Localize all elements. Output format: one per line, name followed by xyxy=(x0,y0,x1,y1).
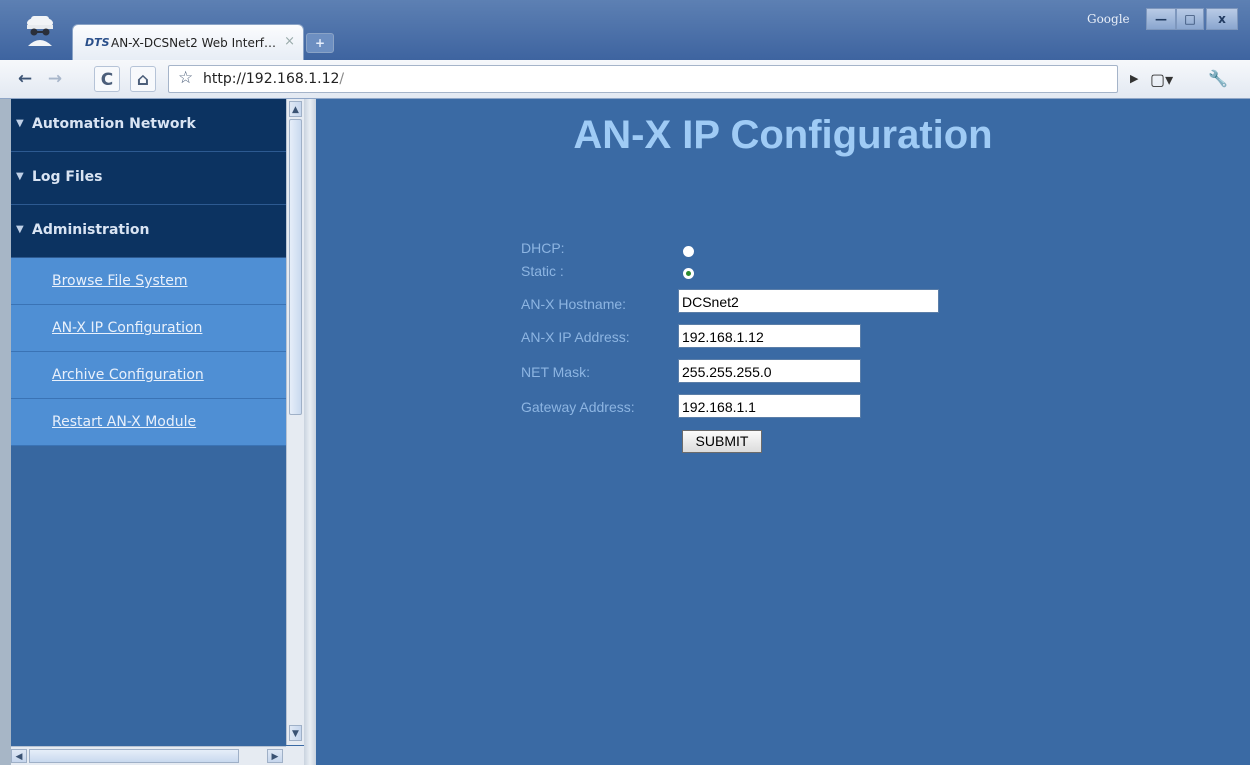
expand-triangle-icon: ▼ xyxy=(16,224,24,235)
gateway-field[interactable]: 192.168.1.1 xyxy=(678,394,861,418)
nav-group-label: Log Files xyxy=(32,169,103,185)
frame-border xyxy=(0,99,11,765)
gateway-label: Gateway Address: xyxy=(521,399,635,415)
net-mask-label: NET Mask: xyxy=(521,364,590,380)
close-window-button[interactable]: x xyxy=(1206,8,1238,30)
reload-icon[interactable]: C xyxy=(94,66,120,92)
ip-address-field[interactable]: 192.168.1.12 xyxy=(678,324,861,348)
url-text[interactable]: http://192.168.1.12/ xyxy=(203,71,344,87)
scroll-thumb[interactable] xyxy=(289,119,302,415)
scroll-up-icon[interactable]: ▲ xyxy=(289,101,302,117)
frame-divider[interactable] xyxy=(304,99,316,765)
maximize-button[interactable]: □ xyxy=(1176,8,1204,30)
scroll-down-icon[interactable]: ▼ xyxy=(289,725,302,741)
nav-group-label: Administration xyxy=(32,222,150,238)
nav-item-link[interactable]: Restart AN-X Module xyxy=(52,414,196,430)
browser-toolbar: ← → C ⌂ ☆ http://192.168.1.12/ ▶ ▢▾ 🔧 xyxy=(0,60,1250,99)
scroll-left-icon[interactable]: ◀ xyxy=(11,749,27,763)
static-label: Static : xyxy=(521,263,564,279)
expand-triangle-icon: ▼ xyxy=(16,171,24,182)
google-label: Google xyxy=(1087,12,1130,26)
dhcp-radio[interactable] xyxy=(683,246,694,257)
address-bar[interactable]: ☆ http://192.168.1.12/ xyxy=(168,65,1118,93)
nav-group-label: Automation Network xyxy=(32,116,196,132)
nav-item-anx-ip-configuration[interactable]: AN-X IP Configuration xyxy=(11,305,286,352)
back-icon[interactable]: ← xyxy=(14,66,36,92)
nav-item-browse-file-system[interactable]: Browse File System xyxy=(11,258,286,305)
hostname-label: AN-X Hostname: xyxy=(521,296,627,312)
page-title: AN-X IP Configuration xyxy=(573,113,993,157)
net-mask-field[interactable]: 255.255.255.0 xyxy=(678,359,861,383)
nav-item-link[interactable]: Archive Configuration xyxy=(52,367,204,383)
browser-tab[interactable]: DTS AN-X-DCSNet2 Web Interf… × xyxy=(72,24,304,60)
nav-group-log-files[interactable]: ▼ Log Files xyxy=(11,152,286,205)
scrollbar-corner xyxy=(286,746,304,765)
home-icon[interactable]: ⌂ xyxy=(130,66,156,92)
star-icon[interactable]: ☆ xyxy=(178,68,193,88)
incognito-icon xyxy=(22,12,58,46)
vertical-scrollbar[interactable]: ▲ ▼ xyxy=(286,99,304,745)
play-icon[interactable]: ▶ xyxy=(1130,72,1138,85)
nav-item-link[interactable]: AN-X IP Configuration xyxy=(52,320,202,336)
submit-button[interactable]: SUBMIT xyxy=(682,430,762,453)
nav-item-restart-anx-module[interactable]: Restart AN-X Module xyxy=(11,399,286,446)
hostname-field[interactable]: DCSnet2 xyxy=(678,289,939,313)
ip-address-label: AN-X IP Address: xyxy=(521,329,630,345)
nav-item-archive-configuration[interactable]: Archive Configuration xyxy=(11,352,286,399)
horizontal-scrollbar[interactable]: ◀ ▶ xyxy=(11,746,286,765)
nav-group-automation-network[interactable]: ▼ Automation Network xyxy=(11,99,286,152)
scroll-thumb[interactable] xyxy=(29,749,239,763)
dhcp-label: DHCP: xyxy=(521,240,565,256)
new-tab-button[interactable]: + xyxy=(306,33,334,53)
main-content: AN-X IP Configuration DHCP: Static : AN-… xyxy=(316,99,1250,765)
wrench-icon[interactable]: 🔧 xyxy=(1208,69,1228,88)
tab-close-icon[interactable]: × xyxy=(284,34,295,49)
forward-icon[interactable]: → xyxy=(44,66,66,92)
page-menu-icon[interactable]: ▢▾ xyxy=(1150,70,1173,89)
expand-triangle-icon: ▼ xyxy=(16,118,24,129)
minimize-button[interactable]: — xyxy=(1146,8,1176,30)
nav-item-link[interactable]: Browse File System xyxy=(52,273,188,289)
window-titlebar: DTS AN-X-DCSNet2 Web Interf… × + Google … xyxy=(0,0,1250,60)
nav-group-administration[interactable]: ▼ Administration xyxy=(11,205,286,258)
static-radio[interactable] xyxy=(683,268,694,279)
tab-title: AN-X-DCSNet2 Web Interf… xyxy=(111,36,276,50)
scroll-right-icon[interactable]: ▶ xyxy=(267,749,283,763)
tab-favicon-icon: DTS xyxy=(85,36,110,49)
